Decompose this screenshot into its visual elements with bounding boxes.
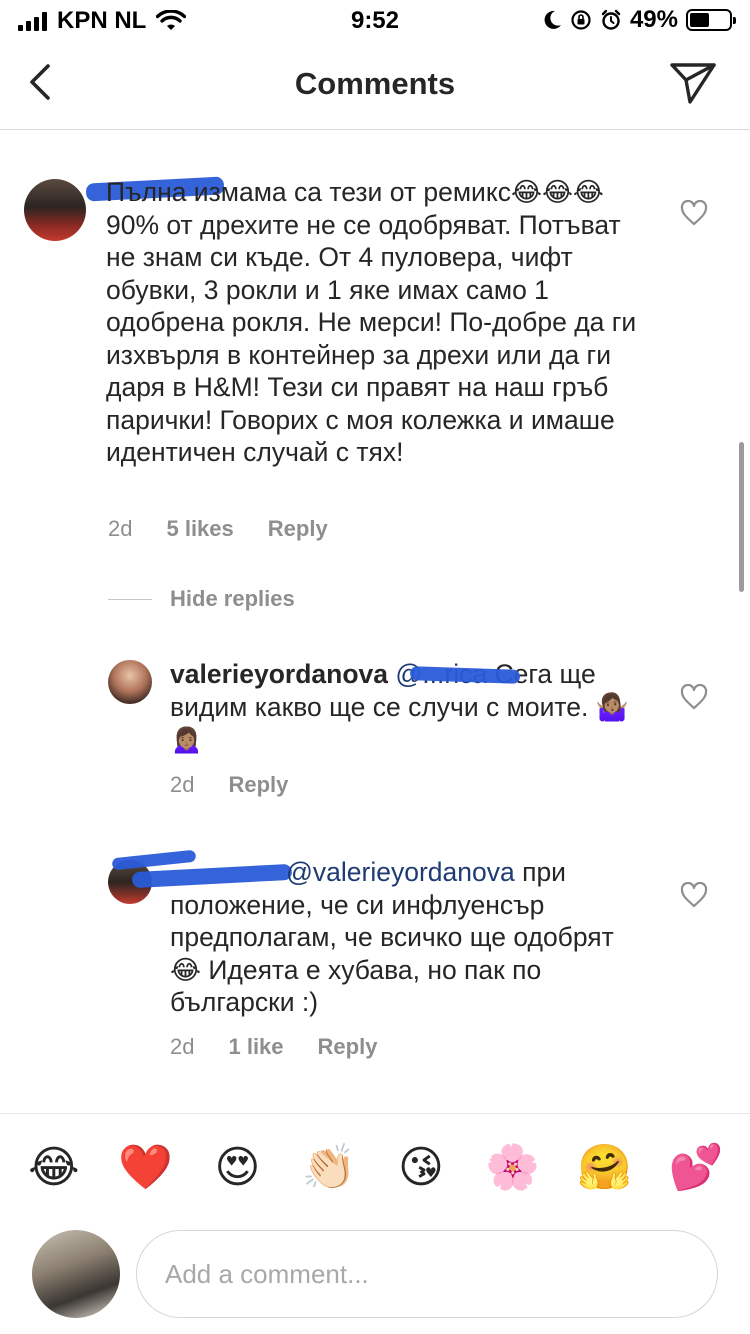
reply-username[interactable]: valerieyordanova [170,659,388,689]
emoji-laughing-button[interactable]: 😂 [24,1145,84,1190]
reply-text: @valerieyordanova при положение, че си и… [170,856,630,1019]
avatar[interactable] [24,179,86,241]
emoji-clap-button[interactable]: 👏🏻 [299,1145,359,1190]
reply-mention[interactable]: @valerieyordanova [286,857,515,887]
emoji-kiss-button[interactable]: 😘 [391,1145,451,1190]
comment-body: Пълна измама са тези от ремикс😂😂😂 90% от… [106,177,637,467]
likes-count[interactable]: 5 likes [166,516,233,542]
reply-button[interactable]: Reply [268,516,328,542]
nav-header: Comments [0,42,750,130]
status-icons: 49% [542,6,736,34]
like-button[interactable] [680,199,710,230]
emoji-heart-eyes-button[interactable]: 😍 [207,1145,267,1190]
like-button[interactable] [680,881,710,912]
like-button[interactable] [680,683,710,714]
hide-replies-label: Hide replies [170,586,295,611]
rotation-lock-icon [571,10,591,30]
reply-item: @valerieyordanova при положение, че си и… [0,848,750,1068]
hide-replies-button[interactable]: Hide replies [108,586,295,612]
battery-icon [686,9,736,31]
battery-percent: 49% [629,6,678,33]
reply-age: 2d [170,1034,195,1059]
comment-input[interactable] [136,1230,718,1318]
reply-meta: 2d 1 like Reply [170,1034,411,1060]
emoji-quick-bar: 😂 ❤️ 😍 👏🏻 😘 🌸 🤗 💕 [0,1113,750,1221]
reply-age: 2d [170,772,195,797]
scrollbar[interactable] [739,442,744,592]
avatar [32,1230,120,1318]
emoji-heart-button[interactable]: ❤️ [116,1145,176,1190]
alarm-icon [601,9,621,30]
page-title: Comments [294,66,456,101]
comment-age: 2d [108,516,133,541]
reply-meta: 2d Reply [170,772,322,798]
reply-button[interactable]: Reply [228,772,288,798]
reply-text: valerieyordanova @...rica Сега ще видим … [170,658,630,756]
emoji-two-hearts-button[interactable]: 💕 [666,1145,726,1190]
likes-count[interactable]: 1 like [228,1034,283,1060]
reply-item: valerieyordanova @...rica Сега ще видим … [0,650,750,810]
heart-icon [680,199,708,226]
battery-level [690,13,709,27]
divider [108,598,152,600]
heart-icon [680,683,708,710]
heart-icon [680,881,708,908]
direct-share-button[interactable] [668,58,718,108]
comment-composer [0,1222,750,1334]
comment-meta: 2d 5 likes Reply [108,516,362,542]
reply-button[interactable]: Reply [318,1034,378,1060]
paper-plane-icon [670,63,716,104]
comment-text: Пълна измама са тези от ремикс😂😂😂 90% от… [106,176,646,469]
comment-item: Пълна измама са тези от ремикс😂😂😂 90% от… [0,132,750,572]
status-bar: KPN NL 9:52 49% [0,0,750,42]
emoji-blossom-button[interactable]: 🌸 [483,1145,543,1190]
emoji-hug-button[interactable]: 🤗 [574,1145,634,1190]
moon-icon [544,10,561,29]
avatar[interactable] [108,660,152,704]
